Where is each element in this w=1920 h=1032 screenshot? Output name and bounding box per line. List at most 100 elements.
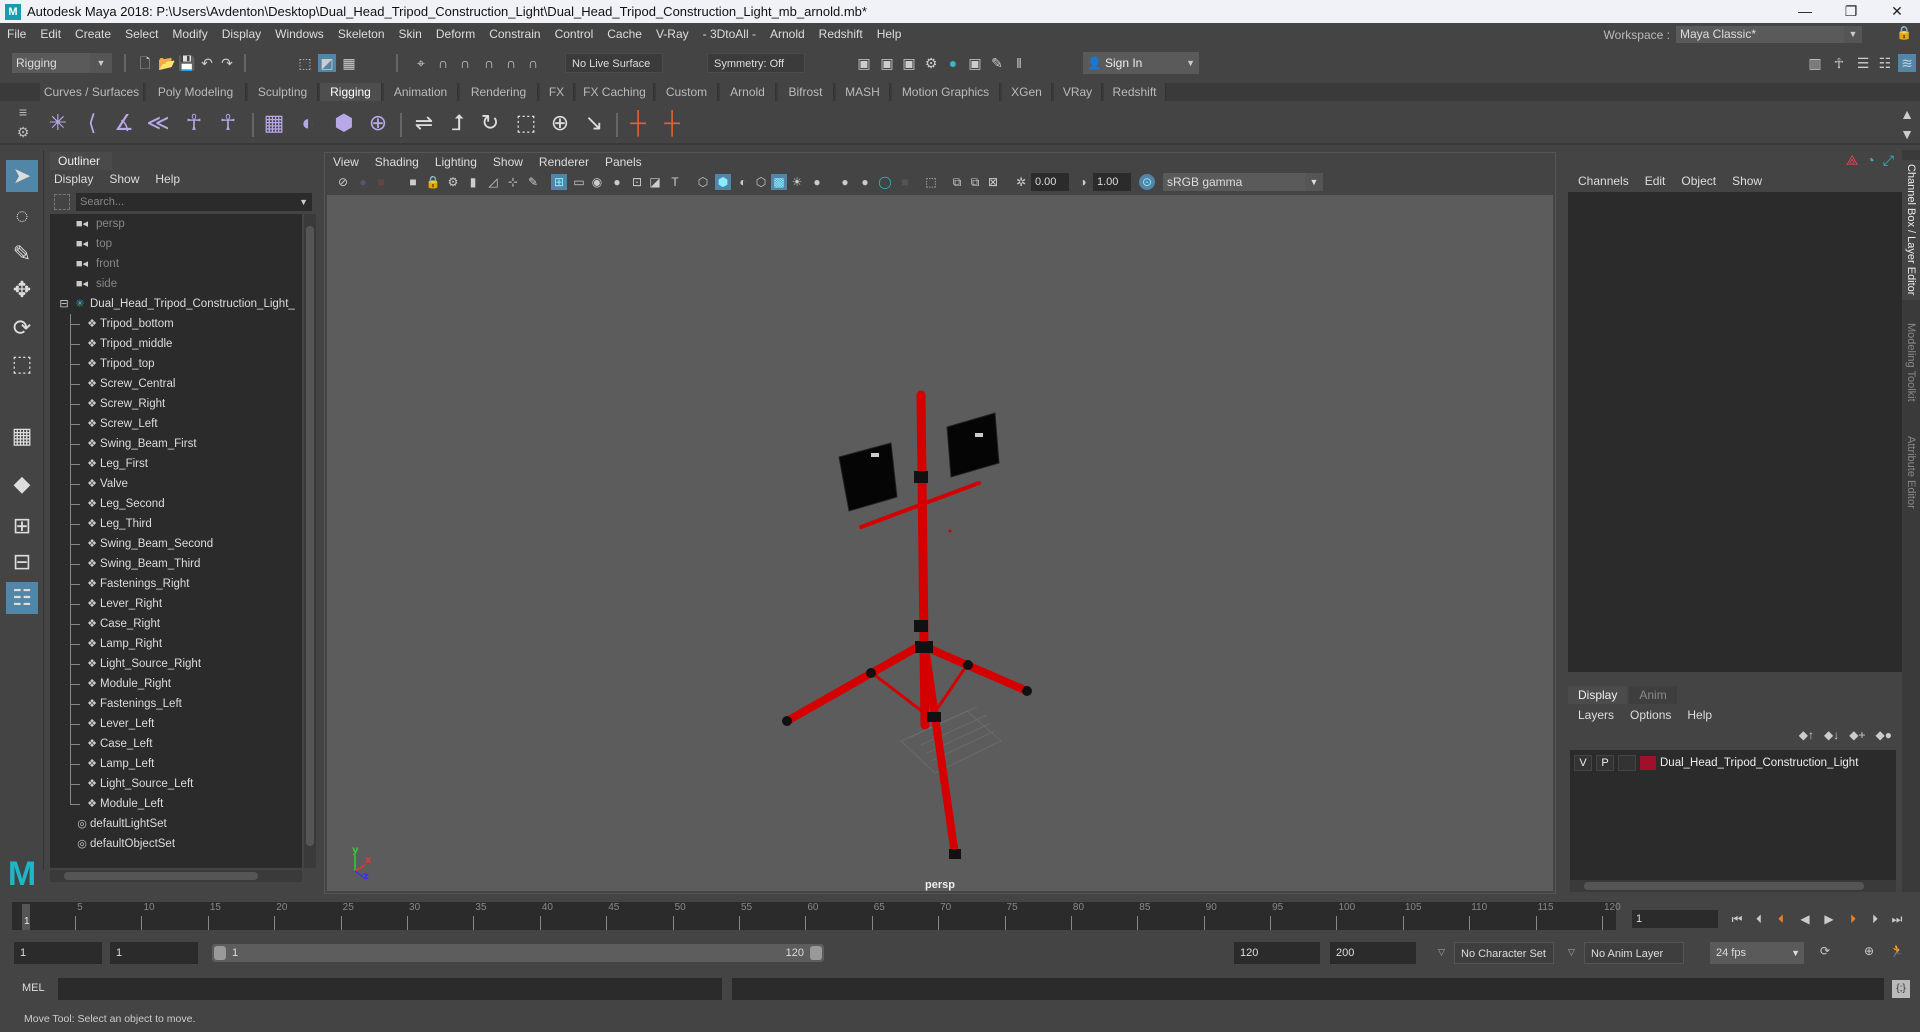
camera-attributes-icon[interactable]: ●	[355, 174, 371, 190]
tab-animation[interactable]: Animation	[384, 83, 458, 101]
point-constraint-icon[interactable]: ⮥	[444, 109, 472, 137]
outliner-camera-side[interactable]: ■◂ side	[50, 274, 302, 294]
tool-settings-icon[interactable]: ☷	[1876, 54, 1894, 72]
scrollbar-thumb[interactable]	[306, 226, 314, 846]
script-editor-icon[interactable]: {;}	[1892, 980, 1910, 998]
shelf-scroll-up-icon[interactable]: ▲	[1898, 105, 1916, 123]
workspace-dropdown[interactable]: Maya Classic* ▼	[1676, 26, 1862, 43]
color-management-toggle-icon[interactable]: ⊙	[1139, 174, 1155, 190]
manipulator-icon[interactable]: ⟁	[1846, 152, 1859, 169]
human-ik-icon[interactable]: ☥	[1830, 54, 1848, 72]
cb-menu-show[interactable]: Show	[1724, 172, 1770, 190]
minimize-button[interactable]: —	[1782, 0, 1828, 23]
tab-rendering[interactable]: Rendering	[460, 83, 538, 101]
outliner-set[interactable]: ◎ defaultObjectSet	[50, 834, 302, 854]
layer-color-swatch[interactable]	[1640, 756, 1656, 770]
outliner-item[interactable]: ❖ Screw_Central	[50, 374, 302, 394]
layer-visibility-toggle[interactable]: V	[1574, 755, 1592, 771]
outliner-item[interactable]: ❖ Tripod_bottom	[50, 314, 302, 334]
pause-viewport-icon[interactable]: ‖	[1010, 54, 1028, 72]
single-perspective-layout-icon[interactable]: ◆	[6, 468, 38, 500]
outliner-item[interactable]: ❖ Fastenings_Right	[50, 574, 302, 594]
attribute-editor-icon[interactable]: ☰	[1854, 54, 1872, 72]
viewport-menu-show[interactable]: Show	[485, 153, 531, 171]
loop-icon[interactable]: ⟳	[1816, 942, 1834, 960]
outliner-item[interactable]: ❖ Swing_Beam_First	[50, 434, 302, 454]
hypershade-icon[interactable]: ●	[944, 54, 962, 72]
menu-skin[interactable]: Skin	[392, 27, 429, 41]
xray-joints-icon[interactable]: ⊠	[985, 174, 1001, 190]
save-scene-icon[interactable]: 💾	[178, 54, 196, 72]
symmetry-dropdown[interactable]: Symmetry: Off	[707, 53, 805, 73]
menu-edit[interactable]: Edit	[33, 27, 68, 41]
layer-playback-toggle[interactable]: P	[1596, 755, 1614, 771]
go-to-start-icon[interactable]: ⏮	[1728, 910, 1746, 928]
select-tool-icon[interactable]: ➤	[6, 160, 38, 192]
exposure-icon[interactable]: ✲	[1013, 174, 1029, 190]
scrollbar-thumb[interactable]	[1584, 882, 1864, 890]
outliner-item[interactable]: ❖ Module_Left	[50, 794, 302, 814]
outliner-item[interactable]: ❖ Screw_Right	[50, 394, 302, 414]
menu-skeleton[interactable]: Skeleton	[331, 27, 392, 41]
move-layer-down-icon[interactable]: ◆↓	[1824, 728, 1839, 742]
modeling-toolkit-icon[interactable]: ▥	[1806, 54, 1824, 72]
menu-select[interactable]: Select	[118, 27, 165, 41]
lock-camera-icon[interactable]: 🔒	[425, 174, 441, 190]
select-object-icon[interactable]: ◩	[318, 54, 336, 72]
live-surface-field[interactable]: No Live Surface	[565, 53, 663, 73]
sign-in-button[interactable]: 👤 Sign In ▼	[1083, 52, 1199, 74]
gate-mask-icon[interactable]: ●	[609, 174, 625, 190]
tab-sculpting[interactable]: Sculpting	[248, 83, 318, 101]
layer-menu-layers[interactable]: Layers	[1570, 706, 1622, 724]
gamma-icon[interactable]: ◑	[1075, 174, 1091, 190]
motion-blur-icon[interactable]: ●	[857, 174, 873, 190]
menu-vray[interactable]: V-Ray	[649, 27, 696, 41]
outliner-item[interactable]: ❖ Leg_Second	[50, 494, 302, 514]
outliner-item[interactable]: ❖ Fastenings_Left	[50, 694, 302, 714]
ik-spline-icon[interactable]: ≪	[144, 109, 172, 137]
layer-display-type-toggle[interactable]	[1618, 755, 1636, 771]
cb-menu-edit[interactable]: Edit	[1637, 172, 1674, 190]
xray-icon[interactable]: ⧉	[949, 174, 965, 190]
range-bar[interactable]: 1 120	[212, 944, 824, 962]
menu-constrain[interactable]: Constrain	[482, 27, 547, 41]
menu-cache[interactable]: Cache	[600, 27, 649, 41]
viewport-menu-renderer[interactable]: Renderer	[531, 153, 597, 171]
close-button[interactable]: ✕	[1874, 0, 1920, 23]
two-view-layout-icon[interactable]: ⊟	[6, 546, 38, 578]
anti-aliasing-icon[interactable]: ◯	[877, 174, 893, 190]
step-forward-frame-icon[interactable]: ⏵	[1866, 910, 1884, 928]
tab-vray[interactable]: VRay	[1054, 83, 1102, 101]
depth-of-field-icon[interactable]: ■	[897, 174, 913, 190]
anim-layer-dropdown[interactable]: No Anim Layer	[1584, 942, 1684, 964]
isolate-select-icon[interactable]: ⬚	[923, 174, 939, 190]
step-forward-key-icon[interactable]: ⏵	[1844, 910, 1862, 928]
range-end-handle[interactable]	[810, 946, 822, 960]
outliner-item[interactable]: ❖ Leg_First	[50, 454, 302, 474]
animation-end-field[interactable]: 200	[1330, 942, 1416, 964]
four-view-layout-icon[interactable]: ⊞	[6, 510, 38, 542]
step-back-key-icon[interactable]: ⏴	[1772, 910, 1790, 928]
tab-attribute-editor[interactable]: Attribute Editor	[1902, 422, 1920, 522]
tab-display[interactable]: Display	[1568, 686, 1628, 704]
exposure-field[interactable]: 0.00	[1031, 173, 1069, 191]
snap-grid-icon[interactable]: ⌖	[412, 54, 430, 72]
locator-icon[interactable]: ┼	[624, 109, 652, 137]
speed-icon[interactable]: ◔	[1866, 152, 1874, 169]
menu-file[interactable]: File	[0, 27, 33, 41]
undo-icon[interactable]: ↶	[198, 54, 216, 72]
animation-prefs-icon[interactable]: 🏃	[1888, 942, 1906, 960]
outliner-item[interactable]: ❖ Swing_Beam_Second	[50, 534, 302, 554]
outliner-item[interactable]: ❖ Case_Left	[50, 734, 302, 754]
cb-menu-channels[interactable]: Channels	[1570, 172, 1637, 190]
viewport-menu-view[interactable]: View	[325, 153, 367, 171]
snap-vertex-icon[interactable]: ∩	[524, 54, 542, 72]
view-transform-dropdown[interactable]: sRGB gamma ▼	[1163, 173, 1323, 191]
paint-weights-tool-icon[interactable]: ▦	[6, 420, 38, 452]
tab-fx[interactable]: FX	[540, 83, 574, 101]
restore-button[interactable]: ❐	[1828, 0, 1874, 23]
parent-constraint-icon[interactable]: ⇌	[410, 109, 438, 137]
paint-weights-icon[interactable]: ▦	[260, 109, 288, 137]
tab-poly-modeling[interactable]: Poly Modeling	[146, 83, 246, 101]
outliner-camera-persp[interactable]: ■◂ persp	[50, 214, 302, 234]
